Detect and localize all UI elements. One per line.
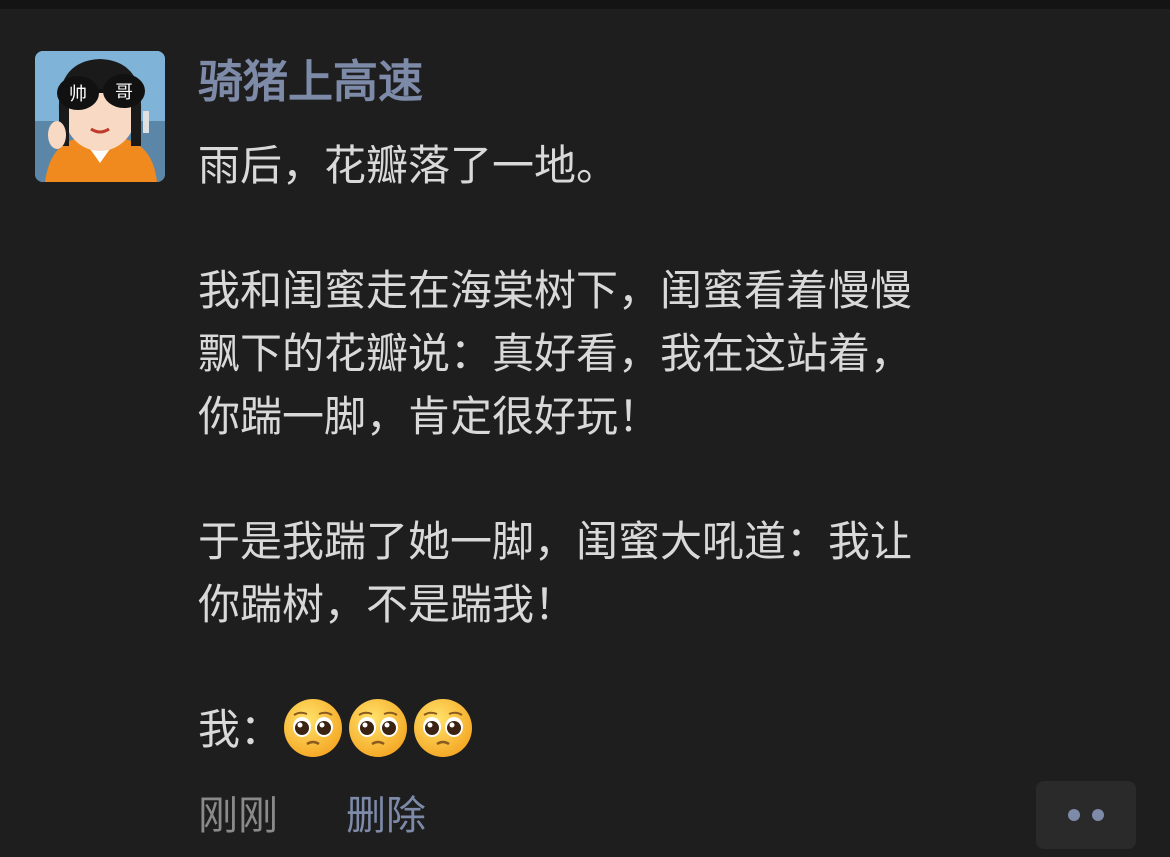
last-line-prefix: 我： (198, 705, 283, 754)
emoji-row (282, 697, 477, 763)
post-content: 雨后，花瓣落了一地。 我和闺蜜走在海棠树下，闺蜜看着慢慢 飘下的花瓣说：真好看，… (198, 134, 1098, 761)
avatar-image: 帅 哥 (35, 51, 165, 182)
pleading-face-emoji (282, 697, 344, 759)
moments-post: 帅 哥 骑猪上高速 雨后，花瓣落了一地。 我和闺蜜走在海棠树下，闺蜜看着慢慢 飘… (0, 9, 1170, 857)
pleading-face-emoji (412, 697, 474, 759)
pleading-face-emoji (347, 697, 409, 759)
avatar[interactable]: 帅 哥 (35, 51, 165, 182)
more-dot (1092, 809, 1104, 821)
avatar-label-left: 帅 (69, 84, 87, 105)
avatar-label-right: 哥 (115, 82, 133, 103)
top-strip (0, 0, 1170, 9)
post-meta: 刚刚 删除 (198, 784, 426, 840)
more-dots-icon[interactable] (1036, 781, 1136, 849)
post-time: 刚刚 (198, 793, 278, 839)
paragraph-1: 雨后，花瓣落了一地。 (198, 141, 619, 190)
delete-link[interactable]: 删除 (346, 783, 426, 841)
username[interactable]: 骑猪上高速 (198, 54, 423, 110)
paragraph-3: 于是我踹了她一脚，闺蜜大吼道：我让 你踹树，不是踹我！ (198, 517, 913, 629)
more-dot (1068, 809, 1080, 821)
paragraph-4: 我： (198, 698, 1098, 761)
paragraph-2: 我和闺蜜走在海棠树下，闺蜜看着慢慢 飘下的花瓣说：真好看，我在这站着， 你踹一脚… (198, 266, 913, 441)
